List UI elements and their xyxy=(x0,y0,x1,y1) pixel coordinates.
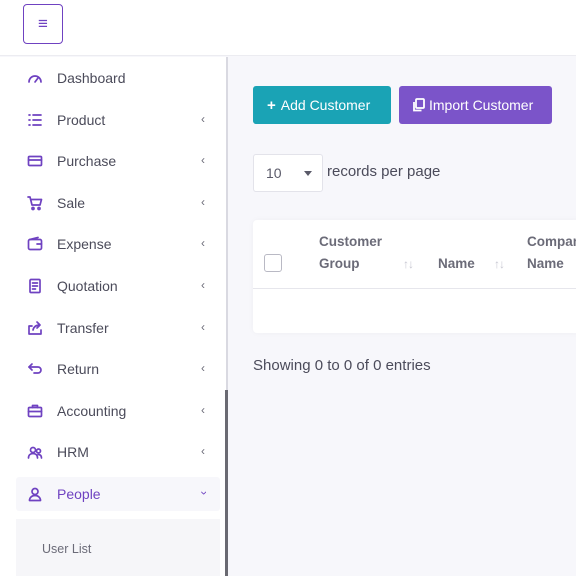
plus-icon: + xyxy=(267,96,276,114)
sidebar-item-sale[interactable]: Sale ‹ xyxy=(16,186,220,220)
header-text: Company xyxy=(527,234,576,249)
chevron-left-icon: ‹ xyxy=(201,112,205,126)
copy-icon xyxy=(412,98,426,112)
briefcase-icon xyxy=(26,402,44,420)
return-icon xyxy=(26,360,44,378)
records-per-page-select[interactable]: 10 xyxy=(253,154,323,192)
sidebar-item-label: Quotation xyxy=(57,278,118,294)
chevron-left-icon: ‹ xyxy=(201,278,205,292)
submenu-item-user-list[interactable]: User List xyxy=(42,542,91,556)
sidebar-item-product[interactable]: Product ‹ xyxy=(16,103,220,137)
sidebar-item-transfer[interactable]: Transfer ‹ xyxy=(16,311,220,345)
sidebar-item-label: Expense xyxy=(57,236,112,252)
table-info: Showing 0 to 0 of 0 entries xyxy=(253,357,431,374)
sidebar-item-label: Accounting xyxy=(57,403,127,419)
gauge-icon xyxy=(26,69,44,87)
chevron-left-icon: ‹ xyxy=(201,236,205,250)
top-bar: ≡ xyxy=(0,0,576,56)
sidebar-scrollbar[interactable] xyxy=(225,390,228,576)
column-header-company-name[interactable]: Company Name xyxy=(527,231,576,275)
add-customer-label: Add Customer xyxy=(280,97,371,113)
sidebar-item-label: Transfer xyxy=(57,320,109,336)
hamburger-icon: ≡ xyxy=(38,14,48,33)
column-header-customer-group[interactable]: Customer Group xyxy=(319,231,382,275)
records-per-page-value: 10 xyxy=(266,165,282,181)
sidebar-item-label: Purchase xyxy=(57,153,117,169)
people-submenu: User List xyxy=(16,519,220,576)
add-customer-button[interactable]: + Add Customer xyxy=(253,86,391,124)
chevron-left-icon: ‹ xyxy=(201,153,205,167)
users-icon xyxy=(26,443,44,461)
sidebar-item-label: Sale xyxy=(57,195,86,211)
menu-toggle-button[interactable]: ≡ xyxy=(23,4,63,44)
sidebar-item-label: Return xyxy=(57,361,100,377)
sidebar-item-hrm[interactable]: HRM ‹ xyxy=(16,435,220,469)
sidebar-item-label: HRM xyxy=(57,444,89,460)
chevron-left-icon: ‹ xyxy=(201,403,205,417)
sidebar-item-expense[interactable]: Expense ‹ xyxy=(16,227,220,261)
import-customer-label: Import Customer xyxy=(429,97,534,113)
wallet-icon xyxy=(26,235,44,253)
user-icon xyxy=(26,485,44,503)
header-text: Name xyxy=(527,256,564,271)
chevron-left-icon: ‹ xyxy=(201,195,205,209)
customers-table: Customer Group ↑↓ Name ↑↓ Company Name xyxy=(253,220,576,333)
sidebar-item-quotation[interactable]: Quotation ‹ xyxy=(16,269,220,303)
header-text: Name xyxy=(438,256,475,271)
sidebar-item-people[interactable]: People ‹ xyxy=(16,477,220,511)
header-text: Group xyxy=(319,256,360,271)
chevron-left-icon: ‹ xyxy=(201,320,205,334)
sidebar: Dashboard Product ‹ Purchase ‹ Sale ‹ Ex… xyxy=(0,57,228,576)
sidebar-item-label: Dashboard xyxy=(57,70,126,86)
table-header-divider xyxy=(253,288,576,289)
credit-card-icon xyxy=(26,152,44,170)
chevron-left-icon: ‹ xyxy=(201,444,205,458)
document-icon xyxy=(26,277,44,295)
dropdown-caret-icon xyxy=(304,171,312,176)
import-customer-button[interactable]: Import Customer xyxy=(399,86,552,124)
chevron-down-icon: ‹ xyxy=(196,491,210,495)
cart-icon xyxy=(26,194,44,212)
sidebar-item-return[interactable]: Return ‹ xyxy=(16,352,220,386)
sort-icon[interactable]: ↑↓ xyxy=(494,257,505,271)
share-icon xyxy=(26,319,44,337)
sidebar-item-dashboard[interactable]: Dashboard xyxy=(16,61,220,95)
select-all-checkbox[interactable] xyxy=(264,254,282,272)
sidebar-item-label: People xyxy=(57,486,101,502)
chevron-left-icon: ‹ xyxy=(201,361,205,375)
sidebar-item-accounting[interactable]: Accounting ‹ xyxy=(16,394,220,428)
header-text: Customer xyxy=(319,234,383,249)
records-per-page-label: records per page xyxy=(327,163,441,180)
column-header-name[interactable]: Name xyxy=(438,253,475,275)
sidebar-item-label: Product xyxy=(57,112,106,128)
list-icon xyxy=(26,111,44,129)
sidebar-item-purchase[interactable]: Purchase ‹ xyxy=(16,144,220,178)
main-content: + Add Customer Import Customer 10 record… xyxy=(229,57,576,576)
sort-icon[interactable]: ↑↓ xyxy=(403,257,414,271)
